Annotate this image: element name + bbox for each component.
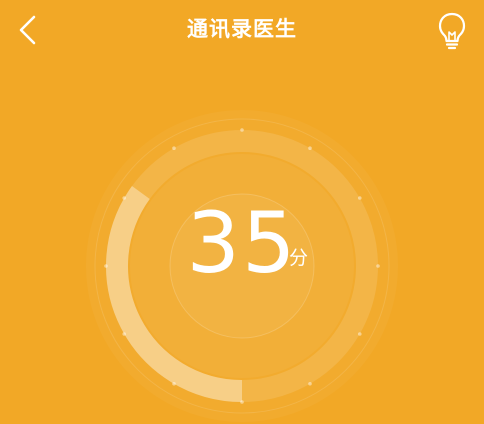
- page-title: 通讯录医生: [187, 17, 297, 41]
- contacts-doctor-screen: 通讯录医生 35 分: [0, 0, 484, 424]
- score-value: 35: [186, 194, 298, 292]
- score-unit: 分: [289, 247, 309, 269]
- nav-bar: 通讯录医生: [0, 0, 484, 64]
- score-display: 35 分: [84, 108, 400, 424]
- tips-button[interactable]: [432, 8, 472, 52]
- lightbulb-icon: [438, 12, 466, 50]
